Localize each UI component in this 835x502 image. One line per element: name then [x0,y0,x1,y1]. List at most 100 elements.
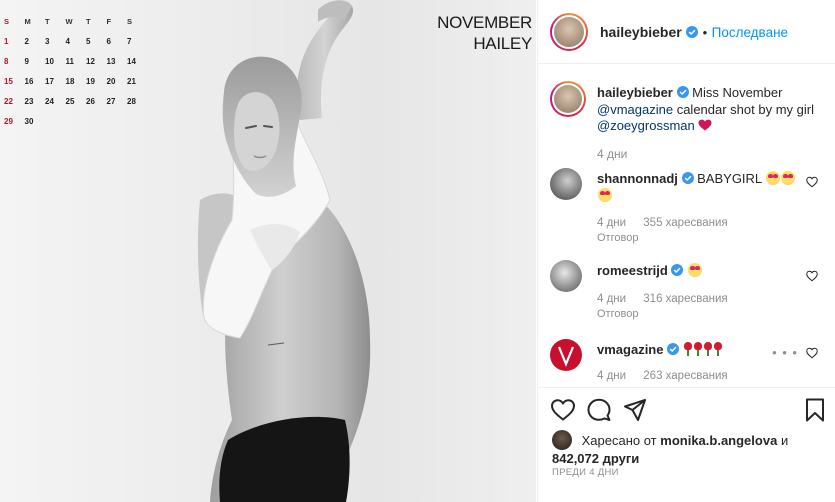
reply-button[interactable]: Отговор [597,308,638,320]
calendar-month: NOVEMBER [437,13,532,32]
mention-link[interactable]: @zoeygrossman [597,118,695,133]
caption-avatar[interactable] [550,81,586,117]
weekday: S [127,16,133,26]
calendar-day: 29 [4,116,13,126]
comment-likes[interactable]: 355 харесвания [643,217,727,229]
calendar-day: 4 [65,36,70,46]
likes-summary: Харесано от monika.b.angelova и 842,072 … [552,430,822,467]
comment-meta: 4 дни 316 харесвания [597,293,742,305]
liked-by-user[interactable]: monika.b.angelova [660,433,777,448]
vmagazine-logo-icon [557,346,575,367]
calendar-week: 8 9 10 11 12 13 14 [4,51,148,71]
caption-text: haileybieber Miss November @vmagazine ca… [597,85,817,135]
post-timestamp[interactable]: ПРЕДИ 4 ДНИ [552,467,619,478]
calendar-day: 22 [4,96,13,106]
calendar-week: 1 2 3 4 5 6 7 [4,31,148,51]
calendar-day: 15 [4,76,13,86]
verified-badge-icon [686,26,699,38]
weekday: M [24,16,31,26]
post-side-panel: haileybieber • Последване haileybieber M… [537,0,835,502]
liked-by-avatar[interactable] [552,430,572,450]
header-username[interactable]: haileybieber [600,24,682,40]
likes-conj: и [780,433,789,448]
calendar-day: 27 [106,96,116,106]
calendar-day: 30 [24,116,34,126]
verified-badge-icon [676,86,689,98]
weekday: F [106,16,112,26]
comment-avatar[interactable] [550,260,582,292]
calendar-day: 21 [127,76,136,86]
verified-badge-icon [667,343,680,355]
comment-like-heart-icon[interactable] [806,270,818,282]
calendar-day: 7 [127,36,132,46]
calendar-weekdays: S M T W T F S [4,11,148,31]
likes-prefix: Харесано от [581,433,657,448]
calendar-day: 13 [106,56,116,66]
heart-eyes-emoji-icon [688,263,703,277]
caption-username[interactable]: haileybieber [597,85,673,100]
comment-thread: haileybieber Miss November @vmagazine ca… [538,65,835,387]
comment-text: vmagazine [597,342,797,359]
weekday: W [65,16,73,26]
reply-button[interactable]: Отговор [597,232,638,244]
header-avatar[interactable] [550,13,588,51]
calendar-day: 5 [86,36,91,46]
comment-like-heart-icon[interactable] [806,347,818,359]
comment-avatar[interactable] [550,339,582,371]
calendar-week: 15 16 17 18 19 20 21 [4,71,148,91]
heart-eyes-emoji-icon [766,171,781,185]
verified-badge-icon [681,172,694,184]
follow-button[interactable]: Последване [712,25,788,40]
comment-item: shannonnadj BABYGIRL 4 дни 355 харесвани… [550,168,830,248]
calendar-name: HAILEY [473,34,532,53]
calendar-day: 16 [24,76,34,86]
post-photo[interactable]: S M T W T F S 1 2 3 4 5 6 7 8 9 10 11 12… [0,0,536,502]
comment-username[interactable]: romeestrijd [597,263,668,278]
heart-icon[interactable] [550,397,576,423]
calendar-day: 19 [86,76,95,86]
post-actions: Харесано от monika.b.angelova и 842,072 … [538,387,835,502]
comment-avatar[interactable] [550,168,582,200]
comment-likes[interactable]: 316 харесвания [643,293,727,305]
calendar-day: 10 [45,56,54,66]
calendar-day: 12 [86,56,95,66]
comment-like-heart-icon[interactable] [806,176,818,188]
likes-count[interactable]: 842,072 [552,451,599,466]
calendar-day: 20 [106,76,116,86]
rose-emoji-icon [683,342,693,356]
caption-time[interactable]: 4 дни [597,147,627,161]
comment-item: vmagazine • • • 4 дни 263 харесвания [550,339,830,387]
caption-body-2: calendar shot by my girl [676,101,814,117]
mention-link[interactable]: @vmagazine [597,102,673,117]
calendar: S M T W T F S 1 2 3 4 5 6 7 8 9 10 11 12… [4,11,148,131]
comment-item: romeestrijd 4 дни 316 харесвания Отговор [550,260,830,330]
comment-meta: 4 дни 263 харесвания [597,370,742,382]
calendar-day: 6 [106,36,111,46]
calendar-day: 18 [65,76,75,86]
comment-time[interactable]: 4 дни [597,370,626,382]
comment-username[interactable]: shannonnadj [597,171,678,186]
share-icon[interactable] [622,397,648,423]
comment-username[interactable]: vmagazine [597,342,663,357]
comment-more-icon[interactable]: • • • [772,345,798,360]
calendar-day: 17 [45,76,54,86]
calendar-day: 23 [24,96,34,106]
calendar-day: 3 [45,36,50,46]
comment-time[interactable]: 4 дни [597,217,626,229]
likes-suffix[interactable]: други [603,451,640,466]
calendar-day: 1 [4,36,9,46]
caption-body-1: Miss November [692,85,783,100]
bookmark-icon[interactable] [802,397,828,423]
comment-text: shannonnadj BABYGIRL [597,171,797,204]
rose-emoji-icon [713,342,723,356]
comment-icon[interactable] [586,397,612,423]
calendar-day: 28 [127,96,136,106]
calendar-week: 22 23 24 25 26 27 28 [4,91,148,111]
calendar-day: 8 [4,56,9,66]
weekday: S [4,16,10,26]
comment-time[interactable]: 4 дни [597,293,626,305]
red-heart-emoji-icon [698,119,712,131]
comment-likes[interactable]: 263 харесвания [643,370,727,382]
calendar-day: 2 [24,36,29,46]
comment-meta: 4 дни 355 харесвания [597,217,742,229]
